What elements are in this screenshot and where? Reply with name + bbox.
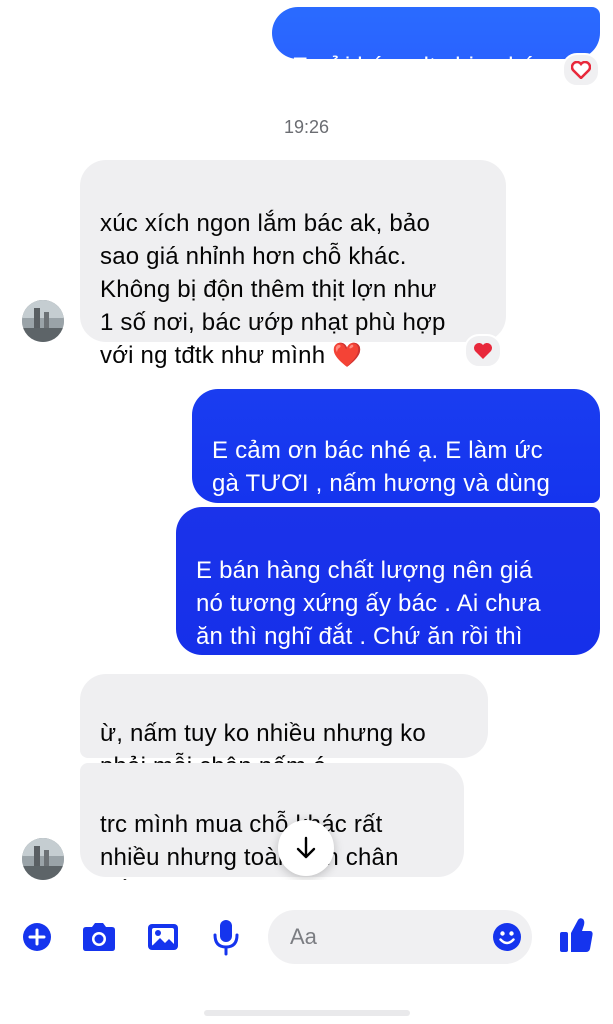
home-indicator: [204, 1010, 410, 1016]
incoming-message[interactable]: trc mình mua chỗ khác rất nhiều nhưng to…: [80, 763, 464, 904]
outgoing-message[interactable]: E bán hàng chất lượng nên giá nó tương x…: [176, 507, 600, 683]
contact-avatar[interactable]: [22, 838, 64, 880]
incoming-message[interactable]: xúc xích ngon lắm bác ak, bảo sao giá nh…: [80, 160, 506, 369]
input-placeholder: Aa: [290, 924, 317, 949]
avatar-image: [22, 300, 64, 342]
avatar-image: [22, 838, 64, 880]
thumbs-up-icon[interactable]: [558, 916, 594, 954]
message-composer: Aa: [0, 880, 613, 1024]
heart-reaction[interactable]: [562, 53, 600, 87]
outgoing-message[interactable]: E cảm ơn bác nhé ạ. E làm ức gà TƯƠI , n…: [192, 389, 600, 530]
scroll-down-button[interactable]: [278, 820, 334, 876]
outgoing-message[interactable]: E gửi bác sdt ship nhé ạ: [272, 7, 600, 80]
heart-reaction[interactable]: [464, 334, 502, 368]
contact-avatar[interactable]: [22, 300, 64, 342]
message-timestamp: 19:26: [283, 117, 330, 137]
camera-icon[interactable]: [80, 920, 118, 954]
arrow-down-icon: [296, 836, 316, 859]
heart-icon: [571, 61, 591, 79]
microphone-icon[interactable]: [212, 918, 240, 956]
heart-icon: [474, 343, 492, 359]
emoji-icon[interactable]: [492, 922, 522, 952]
message-input[interactable]: Aa: [268, 910, 532, 964]
image-icon[interactable]: [146, 920, 180, 954]
plus-icon[interactable]: [22, 922, 52, 952]
incoming-message[interactable]: ừ, nấm tuy ko nhiều nhưng ko phải mỗi ch…: [80, 674, 488, 780]
